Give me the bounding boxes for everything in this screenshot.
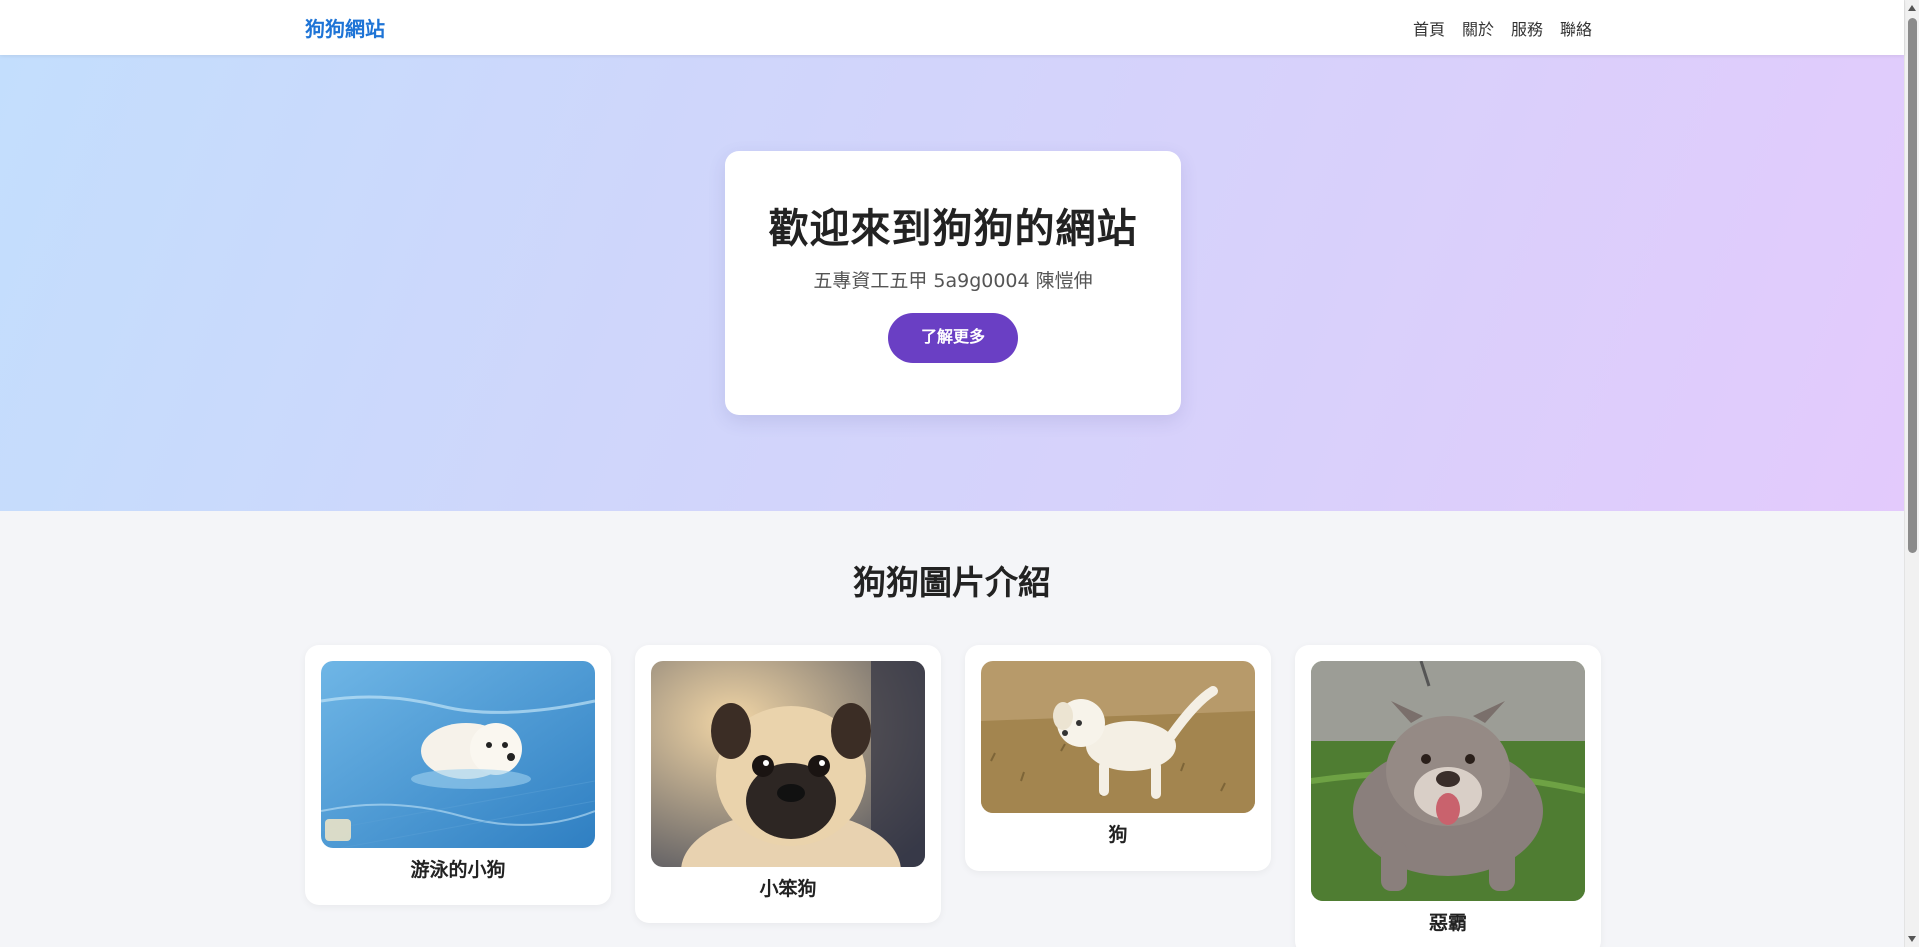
nav-menu: 首頁 關於 服務 聯絡: [1413, 16, 1592, 40]
hero-subtitle: 五專資工五甲 5a9g0004 陳愷伸: [813, 270, 1093, 292]
hero-section: 歡迎來到狗狗的網站 五專資工五甲 5a9g0004 陳愷伸 了解更多: [0, 55, 1904, 511]
scroll-up-arrow-icon[interactable]: [1908, 5, 1916, 11]
nav-link-about[interactable]: 關於: [1462, 16, 1494, 40]
dog-card-label: 游泳的小狗: [410, 859, 506, 881]
hero-card: 歡迎來到狗狗的網站 五專資工五甲 5a9g0004 陳愷伸 了解更多: [725, 151, 1181, 415]
dog-card-bully[interactable]: 惡霸: [1295, 645, 1601, 947]
vertical-scrollbar[interactable]: [1904, 0, 1919, 947]
page: 狗狗網站 首頁 關於 服務 聯絡 歡迎來到狗狗的網站 五專資工五甲 5a9g00…: [0, 0, 1919, 947]
dog-card-label: 小笨狗: [759, 878, 817, 900]
site-logo[interactable]: 狗狗網站: [305, 13, 385, 42]
hero-title: 歡迎來到狗狗的網站: [768, 206, 1138, 252]
scroll-thumb[interactable]: [1908, 18, 1917, 553]
puppy-photo: [981, 661, 1255, 813]
scroll-down-arrow-icon[interactable]: [1908, 936, 1916, 942]
dog-card-label: 狗: [1108, 824, 1128, 846]
nav-link-services[interactable]: 服務: [1511, 16, 1543, 40]
swimming-dog-photo: [321, 661, 595, 848]
gallery-title: 狗狗圖片介紹: [853, 563, 1051, 602]
dog-card-label: 惡霸: [1428, 912, 1467, 934]
navbar: 狗狗網站 首頁 關於 服務 聯絡: [0, 0, 1904, 55]
nav-link-contact[interactable]: 聯絡: [1560, 16, 1592, 40]
dog-card-swimming[interactable]: 游泳的小狗: [305, 645, 611, 905]
bully-dog-photo: [1311, 661, 1585, 901]
dog-card-pug[interactable]: 小笨狗: [635, 645, 941, 923]
nav-link-home[interactable]: 首頁: [1413, 16, 1445, 40]
learn-more-button[interactable]: 了解更多: [888, 313, 1018, 363]
pug-photo: [651, 661, 925, 867]
dog-card-puppy[interactable]: 狗: [965, 645, 1271, 871]
